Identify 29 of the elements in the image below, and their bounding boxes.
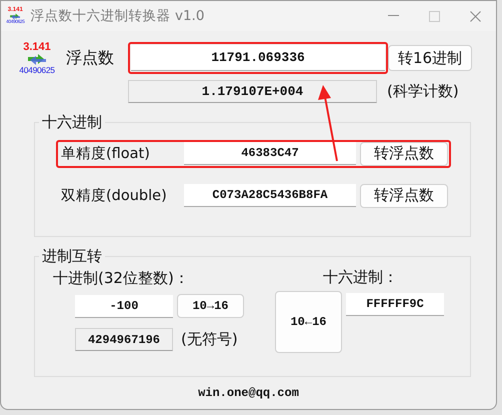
hex-input[interactable]: FFFFFF9C bbox=[346, 292, 444, 316]
decimal-input[interactable]: -100 bbox=[75, 294, 173, 318]
scientific-note: (科学计数) bbox=[387, 82, 459, 100]
group-title: 十六进制 bbox=[41, 112, 103, 132]
unsigned-note: (无符号) bbox=[181, 330, 238, 349]
to-hex-button[interactable]: 10→16 bbox=[177, 294, 244, 318]
decimal-label: 十进制(32位整数)： bbox=[53, 269, 190, 288]
float-label: 浮点数 bbox=[66, 48, 114, 69]
float-input[interactable]: 11791.069336 bbox=[131, 45, 385, 72]
arrows-icon bbox=[9, 13, 22, 20]
scientific-field[interactable]: 1.179107E+004 bbox=[128, 80, 377, 102]
contact-email: win.one@qq.com bbox=[197, 386, 300, 400]
hex-input[interactable]: 46383C47 bbox=[184, 142, 356, 165]
to-hex-button[interactable]: 转16进制 bbox=[388, 45, 472, 72]
precision-label: 双精度(double) bbox=[61, 186, 168, 205]
to-decimal-button[interactable]: 10←16 bbox=[275, 290, 342, 352]
group-title: 进制互转 bbox=[41, 246, 103, 266]
window-title: 浮点数十六进制转换器 v1.0 bbox=[30, 7, 204, 25]
logo-number: 3.141 bbox=[23, 42, 51, 53]
minimize-icon[interactable] bbox=[388, 15, 399, 17]
close-icon[interactable] bbox=[470, 10, 481, 22]
arrows-icon bbox=[26, 53, 48, 66]
logo-number: 40490625 bbox=[19, 66, 55, 74]
precision-label: 单精度(float) bbox=[61, 144, 151, 163]
to-float-button[interactable]: 转浮点数 bbox=[360, 184, 448, 208]
unsigned-field[interactable]: 4294967196 bbox=[75, 328, 173, 351]
hex-label: 十六进制： bbox=[323, 268, 399, 286]
hex-input[interactable]: C073A28C5436B8FA bbox=[184, 184, 356, 207]
to-float-button[interactable]: 转浮点数 bbox=[360, 142, 448, 166]
